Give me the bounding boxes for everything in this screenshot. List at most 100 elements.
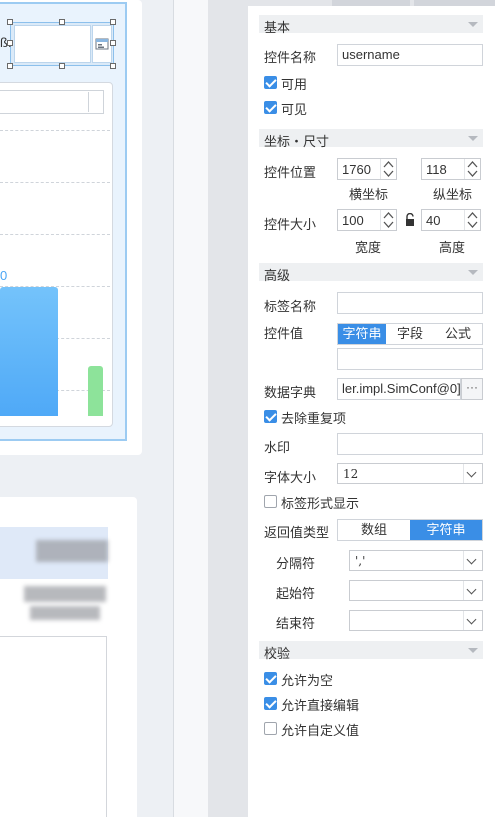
height-value: 40 (426, 213, 441, 228)
section-basic[interactable]: 基本 (259, 15, 483, 35)
unlock-icon[interactable] (404, 212, 416, 227)
tag-style-checkbox[interactable] (264, 495, 277, 508)
collapse-icon (468, 22, 478, 27)
width-caption: 宽度 (355, 240, 382, 255)
obscured-text (24, 586, 106, 602)
width-spinner[interactable]: 100 (337, 209, 397, 231)
data-dict-input[interactable]: ler.impl.SimConf@0]] (337, 378, 461, 400)
collapse-icon (468, 270, 478, 275)
collapse-icon (468, 136, 478, 141)
size-label: 控件大小 (264, 217, 317, 232)
data-dict-button[interactable]: ··· (461, 378, 483, 400)
allow-empty-label: 允许为空 (281, 673, 334, 688)
widget-value-input[interactable] (337, 348, 483, 370)
table-divider (0, 636, 106, 637)
resize-handle[interactable] (59, 19, 65, 25)
section-validate-title: 校验 (264, 646, 291, 661)
resize-handle[interactable] (110, 63, 116, 69)
dropdown-list-icon (95, 38, 109, 50)
tag-style-label: 标签形式显示 (281, 496, 360, 511)
chart-gridline (0, 130, 110, 131)
visible-checkbox[interactable] (264, 101, 277, 114)
widget-name-input[interactable]: username (337, 44, 483, 66)
design-canvas[interactable]: 0 ß: (0, 0, 173, 817)
chart-bar-blue (0, 287, 58, 416)
enabled-label: 可用 (281, 77, 308, 92)
x-coordinate-value: 1760 (342, 162, 371, 177)
widget-value-label: 控件值 (264, 326, 304, 341)
allow-edit-checkbox[interactable] (264, 697, 277, 710)
value-tab-field[interactable]: 字段 (386, 324, 434, 344)
chart-header-divider (88, 92, 89, 112)
value-tab-formula[interactable]: 公式 (434, 324, 482, 344)
y-coordinate-value: 118 (426, 162, 447, 177)
spin-up-icon[interactable] (466, 211, 479, 220)
font-size-label: 字体大小 (264, 470, 317, 485)
section-geometry[interactable]: 坐标・尺寸 (259, 129, 483, 149)
end-select[interactable] (349, 610, 483, 631)
panel-tab[interactable] (414, 0, 495, 6)
width-value: 100 (342, 213, 364, 228)
allow-empty-checkbox[interactable] (264, 672, 277, 685)
value-tab-string[interactable]: 字符串 (338, 324, 386, 344)
start-label: 起始符 (276, 586, 316, 601)
return-type-string[interactable]: 字符串 (410, 520, 482, 540)
resize-handle[interactable] (110, 19, 116, 25)
resize-handle[interactable] (7, 40, 13, 46)
return-type-array[interactable]: 数组 (338, 520, 410, 540)
obscured-text (36, 540, 108, 562)
resize-handle[interactable] (110, 40, 116, 46)
table-divider (106, 636, 107, 817)
allow-custom-checkbox[interactable] (264, 722, 277, 735)
watermark-label: 水印 (264, 440, 291, 455)
panel-tabs (248, 0, 495, 6)
chevron-down-icon[interactable] (463, 464, 482, 483)
widget-name-label: 控件名称 (264, 50, 317, 65)
spin-up-icon[interactable] (382, 211, 395, 220)
section-advanced[interactable]: 高级 (259, 263, 483, 283)
spin-down-icon[interactable] (466, 169, 479, 178)
widget-dropdown-button[interactable] (92, 25, 112, 63)
chevron-down-icon[interactable] (463, 611, 482, 630)
height-spinner[interactable]: 40 (421, 209, 481, 231)
resize-handle[interactable] (7, 19, 13, 25)
separator-label: 分隔符 (276, 556, 316, 571)
separator-select[interactable]: ',' (349, 550, 483, 571)
section-basic-title: 基本 (264, 20, 291, 35)
section-validate[interactable]: 校验 (259, 641, 483, 661)
resize-handle[interactable] (59, 63, 65, 69)
end-label: 结束符 (276, 616, 316, 631)
y-coordinate-spinner[interactable]: 118 (421, 158, 481, 180)
spin-up-icon[interactable] (466, 160, 479, 169)
resize-handle[interactable] (7, 63, 13, 69)
tag-name-input[interactable] (337, 292, 483, 314)
widget-input-preview[interactable] (14, 25, 91, 63)
watermark-input[interactable] (337, 433, 483, 455)
section-geometry-title: 坐标・尺寸 (264, 134, 330, 149)
chevron-down-icon[interactable] (463, 581, 482, 600)
visible-label: 可见 (281, 102, 308, 117)
collapse-icon (468, 648, 478, 653)
enabled-checkbox[interactable] (264, 76, 277, 89)
dedupe-checkbox[interactable] (264, 410, 277, 423)
position-label: 控件位置 (264, 165, 317, 180)
chart-bar-label: 0 (0, 268, 8, 283)
tag-name-label: 标签名称 (264, 299, 317, 314)
obscured-text (30, 606, 100, 620)
spin-down-icon[interactable] (382, 169, 395, 178)
font-size-value: 12 (343, 467, 359, 481)
start-select[interactable] (349, 580, 483, 601)
font-size-select[interactable]: 12 (337, 463, 483, 484)
return-type-tabs[interactable]: 数组 字符串 (337, 519, 483, 541)
spin-up-icon[interactable] (382, 160, 395, 169)
spin-down-icon[interactable] (382, 220, 395, 229)
height-caption: 高度 (439, 240, 466, 255)
value-type-tabs[interactable]: 字符串 字段 公式 (337, 323, 483, 345)
allow-edit-label: 允许直接编辑 (281, 698, 360, 713)
chevron-down-icon[interactable] (463, 551, 482, 570)
y-caption: 纵坐标 (433, 187, 473, 202)
panel-tab[interactable] (332, 0, 410, 6)
chart-gridline (0, 182, 110, 183)
x-coordinate-spinner[interactable]: 1760 (337, 158, 397, 180)
spin-down-icon[interactable] (466, 220, 479, 229)
